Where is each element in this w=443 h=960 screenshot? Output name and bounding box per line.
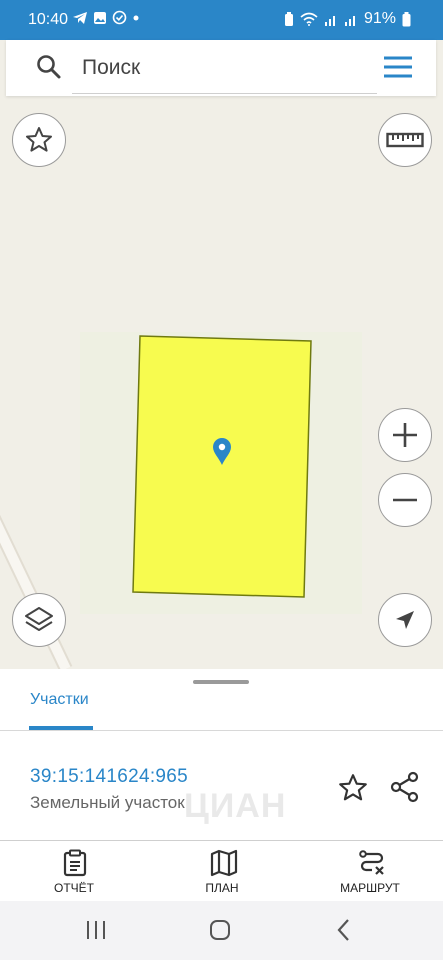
status-time: 10:40 — [28, 11, 69, 28]
share-icon[interactable] — [389, 771, 421, 803]
battery-icon — [402, 11, 411, 26]
ruler-button[interactable] — [378, 113, 432, 167]
notification-icons — [72, 10, 140, 25]
search-input[interactable] — [72, 48, 376, 88]
layers-icon — [25, 607, 53, 631]
home-icon[interactable] — [208, 918, 232, 942]
battery-level: 91% — [363, 10, 396, 27]
favorites-button[interactable] — [12, 113, 66, 167]
favorite-star-icon[interactable] — [337, 772, 369, 804]
drag-handle[interactable] — [193, 680, 249, 684]
layers-button[interactable] — [12, 593, 66, 647]
my-location-button[interactable] — [378, 593, 432, 647]
minus-icon — [393, 498, 417, 502]
zoom-out-button[interactable] — [378, 473, 432, 527]
route-button[interactable]: МАРШРУТ — [310, 841, 430, 901]
dot-icon — [133, 15, 139, 20]
search-underline — [72, 93, 377, 94]
watermark-logo: ЦИАН — [184, 787, 287, 825]
telegram-icon — [73, 11, 87, 24]
navigation-arrow-icon — [396, 611, 414, 629]
ruler-icon — [386, 132, 424, 148]
action-bar: ОТЧЁТ ПЛАН МАРШРУТ — [0, 841, 443, 901]
signal-icon-2 — [344, 15, 355, 26]
route-label: МАРШРУТ — [340, 881, 400, 895]
signal-icon — [324, 15, 335, 26]
map-view[interactable] — [0, 40, 443, 669]
map-canvas[interactable] — [0, 40, 443, 669]
tab-parcels[interactable]: Участки — [30, 691, 89, 709]
report-button[interactable]: ОТЧЁТ — [14, 841, 134, 901]
recent-apps-icon[interactable] — [85, 918, 107, 942]
parcel-cadastral-number[interactable]: 39:15:141624:965 — [30, 766, 188, 788]
system-navigation-bar — [0, 901, 443, 960]
back-icon[interactable] — [334, 918, 354, 942]
plan-button[interactable]: ПЛАН — [162, 841, 282, 901]
battery-saver-icon — [284, 11, 293, 26]
tab-divider — [0, 730, 443, 731]
wifi-icon — [300, 12, 318, 26]
map-plan-icon — [210, 849, 238, 877]
plan-label: ПЛАН — [205, 881, 239, 895]
gallery-icon — [94, 11, 106, 24]
zoom-in-button[interactable] — [378, 408, 432, 462]
plus-icon — [393, 423, 417, 447]
menu-icon[interactable] — [382, 53, 414, 81]
parcel-type: Земельный участок — [30, 793, 185, 812]
check-circle-icon — [112, 10, 127, 25]
route-icon — [359, 850, 384, 875]
land-parcel-polygon[interactable] — [132, 335, 312, 598]
report-icon — [63, 849, 87, 877]
system-icons: 91% — [284, 10, 411, 28]
report-label: ОТЧЁТ — [53, 881, 94, 895]
star-icon — [26, 127, 52, 152]
status-bar: 10:40 91% — [0, 0, 443, 40]
search-bar — [6, 40, 436, 96]
search-icon[interactable] — [36, 54, 62, 80]
